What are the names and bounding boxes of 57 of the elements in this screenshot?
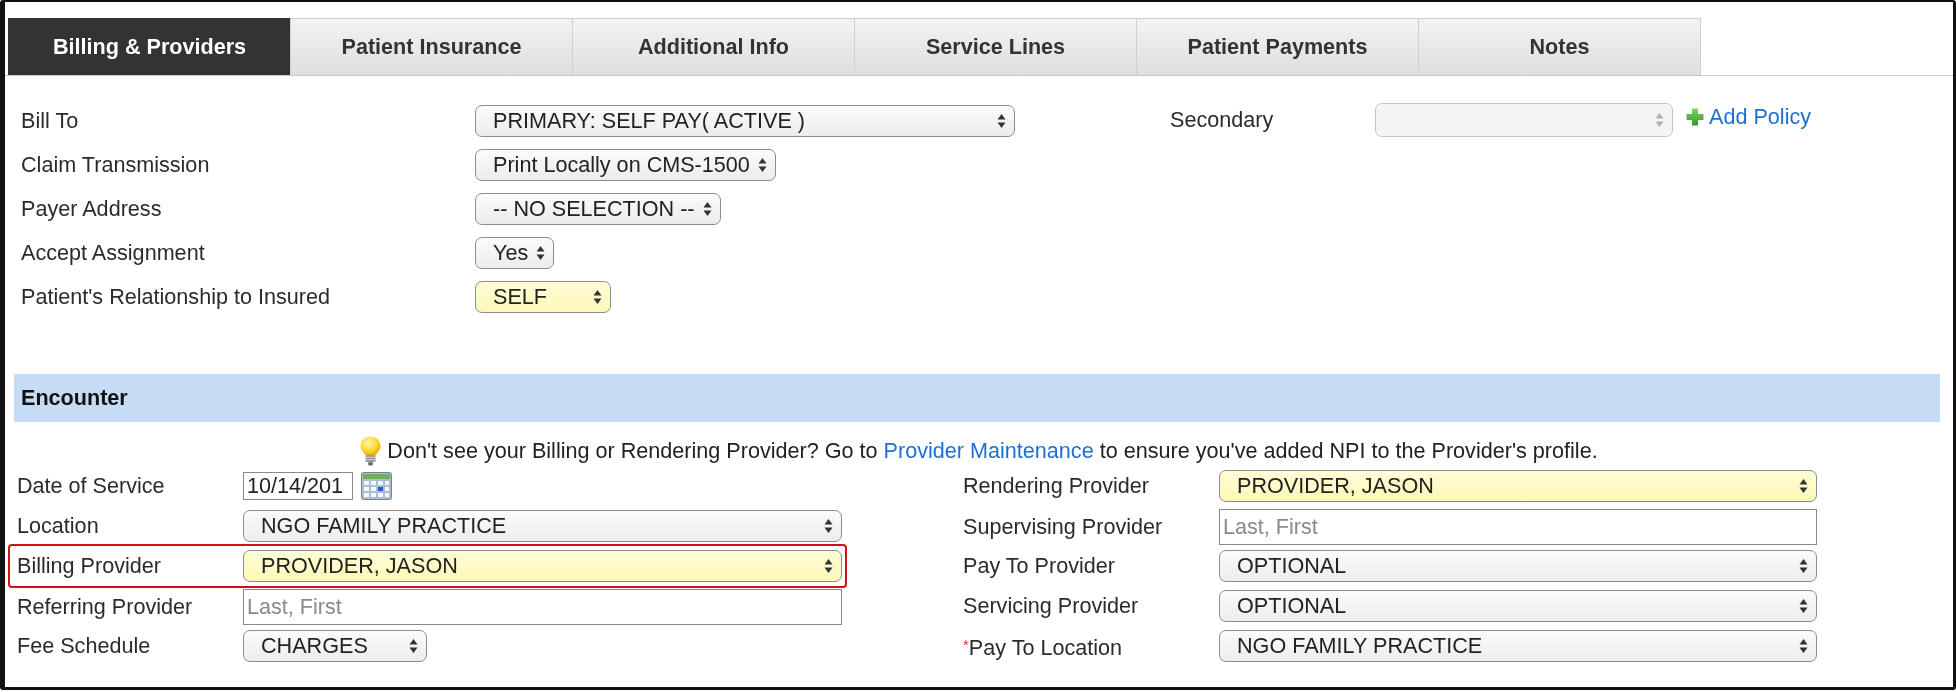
up-down-arrows-icon [1799,558,1808,574]
field-label: Billing Provider [17,553,163,579]
text-field[interactable]: Last, First [243,589,842,625]
up-down-arrows-icon [536,245,546,261]
up-down-arrows-icon [593,289,602,305]
calendar-icon[interactable] [361,472,392,500]
dropdown[interactable]: Yes [475,237,555,269]
up-down-arrows-icon [1799,598,1808,614]
provider-notice: Don't see your Billing or Rendering Provider? Go to Provider Maintenance to ensure you've added NPI to the Provider's profile. [387,438,1598,464]
dropdown[interactable]: PROVIDER, JASON [243,550,842,582]
field-label: Location [17,513,100,539]
tab[interactable]: Billing & Providers [8,18,291,75]
up-down-arrows-icon [1799,478,1808,494]
date-field[interactable]: 10/14/201 [243,472,353,500]
field-label: Secondary [1170,107,1275,133]
field-label: Servicing Provider [963,593,1140,619]
section-header: Encounter [14,374,1940,422]
dropdown[interactable]: OPTIONAL [1219,590,1817,622]
light-bulb-icon [360,436,382,466]
plus-icon [1686,108,1704,126]
up-down-arrows-icon [1799,638,1808,654]
tab[interactable]: Patient Insurance [290,18,573,75]
dropdown[interactable]: PROVIDER, JASON [1219,470,1817,502]
field-label: Supervising Provider [963,514,1164,540]
field-label: Rendering Provider [963,473,1151,499]
add-policy-link[interactable]: Add Policy [1686,104,1812,130]
dropdown[interactable]: NGO FAMILY PRACTICE [1219,630,1817,662]
field-label: Claim Transmission [21,152,211,178]
tab[interactable]: Patient Payments [1136,18,1419,75]
field-label: Payer Address [21,196,163,222]
dropdown[interactable]: Print Locally on CMS-1500 [475,149,776,181]
dropdown[interactable]: PRIMARY: SELF PAY( ACTIVE ) [475,105,1015,137]
up-down-arrows-icon [409,638,418,654]
field-label: Patient's Relationship to Insured [21,284,332,310]
up-down-arrows-icon [824,558,833,574]
tab[interactable]: Service Lines [854,18,1137,75]
tab[interactable]: Notes [1418,18,1701,75]
provider-maintenance-link[interactable]: Provider Maintenance [883,438,1094,463]
field-label: Accept Assignment [21,240,206,266]
up-down-arrows-icon [1655,112,1664,128]
up-down-arrows-icon [997,113,1006,129]
field-label: Pay To Provider [963,553,1117,579]
dropdown[interactable]: -- NO SELECTION -- [475,193,721,225]
field-label: Bill To [21,108,80,134]
up-down-arrows-icon [757,157,767,173]
dropdown[interactable]: SELF [475,281,611,313]
dropdown[interactable]: NGO FAMILY PRACTICE [243,510,842,542]
dropdown[interactable]: CHARGES [243,630,427,662]
dropdown[interactable]: OPTIONAL [1219,550,1817,582]
field-label: Date of Service [17,473,166,499]
field-label: Referring Provider [17,594,194,620]
field-label: Fee Schedule [17,633,152,659]
text-field[interactable]: Last, First [1219,509,1817,545]
tab[interactable]: Additional Info [572,18,855,75]
up-down-arrows-icon [824,518,833,534]
field-label: $^{*}$Pay To Location [963,633,1124,661]
up-down-arrows-icon [702,201,712,217]
